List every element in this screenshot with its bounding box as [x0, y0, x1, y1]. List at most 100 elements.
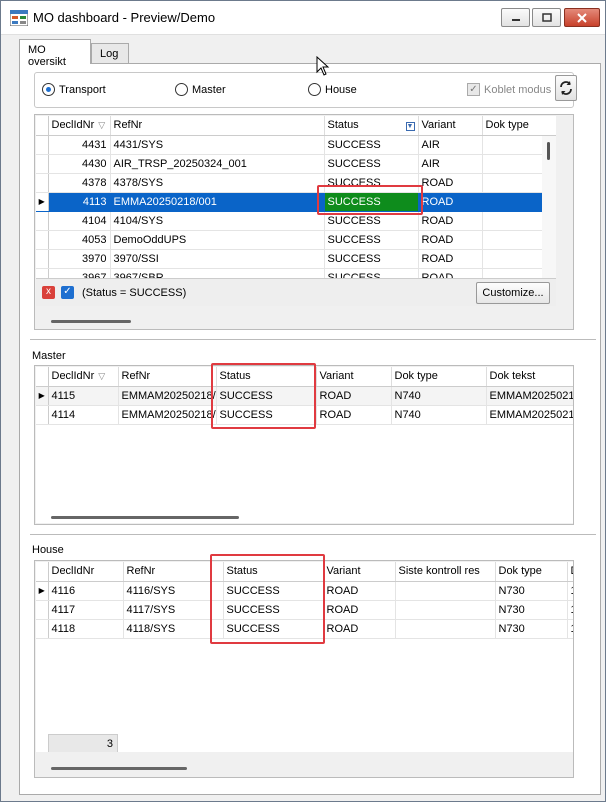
cell-siste-kontroll[interactable] — [395, 619, 496, 639]
col-siste-kontroll[interactable]: Siste kontroll res — [395, 562, 496, 582]
filter-expression[interactable]: (Status = SUCCESS) — [82, 287, 186, 299]
cell-dok-type[interactable]: N730 — [495, 619, 568, 639]
col-dok-type[interactable]: Dok type — [495, 562, 568, 582]
cell-variant[interactable]: ROAD — [316, 405, 392, 425]
col-variant[interactable]: Variant — [418, 116, 483, 136]
col-dok-type[interactable]: Dok type — [391, 367, 487, 387]
sort-icon[interactable]: ▽ — [98, 371, 105, 381]
cell-d[interactable]: 1 — [567, 600, 573, 620]
cell-variant[interactable]: ROAD — [418, 211, 483, 231]
cell-refnr[interactable]: 4116/SYS — [123, 581, 224, 601]
cell-dok-tekst[interactable]: EMMAM20250218/ — [486, 386, 573, 406]
cell-dok-type[interactable]: N730 — [495, 581, 568, 601]
close-button[interactable] — [564, 8, 600, 27]
cell-declidnr[interactable]: 4104 — [48, 211, 111, 231]
col-refnr[interactable]: RefNr — [118, 367, 217, 387]
enable-filter-checkbox[interactable]: ✓ — [61, 286, 74, 299]
cell-refnr[interactable]: 3970/SSI — [110, 249, 325, 269]
row-indicator — [36, 249, 49, 269]
cell-declidnr[interactable]: 4431 — [48, 135, 111, 155]
clear-filter-icon[interactable]: x — [42, 286, 55, 299]
cell-variant[interactable]: ROAD — [323, 581, 396, 601]
col-variant[interactable]: Variant — [316, 367, 392, 387]
koblet-modus-checkbox[interactable]: ✓ Koblet modus — [467, 83, 551, 96]
maximize-button[interactable] — [532, 8, 561, 27]
cell-refnr[interactable]: EMMA20250218/001 — [110, 192, 325, 212]
cell-variant[interactable]: ROAD — [418, 249, 483, 269]
cell-siste-kontroll[interactable] — [395, 600, 496, 620]
table-row[interactable]: 4431 4431/SYS SUCCESS AIR — [36, 135, 556, 155]
cell-dok-type[interactable]: N730 — [495, 600, 568, 620]
cell-variant[interactable]: ROAD — [323, 600, 396, 620]
table-row[interactable]: 3970 3970/SSI SUCCESS ROAD — [36, 249, 556, 269]
col-refnr[interactable]: RefNr — [110, 116, 325, 136]
cell-variant[interactable]: ROAD — [418, 173, 483, 193]
cell-variant[interactable]: AIR — [418, 135, 483, 155]
cell-variant[interactable]: AIR — [418, 154, 483, 174]
row-indicator: ▶ — [36, 386, 49, 406]
house-hscroll[interactable] — [51, 767, 187, 770]
radio-master[interactable]: Master — [175, 83, 226, 96]
cell-refnr[interactable]: EMMAM20250218/0 — [118, 405, 217, 425]
col-dok-type[interactable]: Dok type — [482, 116, 556, 136]
cell-declidnr[interactable]: 4117 — [48, 600, 124, 620]
cell-declidnr[interactable]: 4116 — [48, 581, 124, 601]
cell-refnr[interactable]: EMMAM20250218/0 — [118, 386, 217, 406]
vscroll-thumb[interactable] — [547, 142, 550, 160]
col-status[interactable]: Status ▼ — [324, 116, 419, 136]
cell-refnr[interactable]: AIR_TRSP_20250324_001 — [110, 154, 325, 174]
tab-mo-oversikt[interactable]: MO oversikt — [19, 39, 91, 68]
cell-dok-type[interactable]: N740 — [391, 405, 487, 425]
transport-hscroll[interactable] — [51, 320, 131, 323]
cell-dok-tekst[interactable]: EMMAM20250218/ — [486, 405, 573, 425]
tab-log[interactable]: Log — [91, 43, 129, 63]
cell-d[interactable]: 1 — [567, 581, 573, 601]
col-d[interactable]: D — [567, 562, 573, 582]
master-hscroll[interactable] — [51, 516, 239, 519]
radio-transport[interactable]: Transport — [42, 83, 106, 96]
refresh-button[interactable] — [555, 75, 577, 101]
cell-declidnr[interactable]: 4430 — [48, 154, 111, 174]
cell-declidnr[interactable]: 3970 — [48, 249, 111, 269]
cell-refnr[interactable]: 4118/SYS — [123, 619, 224, 639]
cell-declidnr[interactable]: 4118 — [48, 619, 124, 639]
cell-refnr[interactable]: 4104/SYS — [110, 211, 325, 231]
cell-declidnr[interactable]: 4378 — [48, 173, 111, 193]
col-declidnr[interactable]: DeclIdNr ▽ — [48, 116, 111, 136]
col-refnr[interactable]: RefNr — [123, 562, 224, 582]
col-declidnr[interactable]: DeclIdNr — [48, 562, 124, 582]
row-indicator — [36, 135, 49, 155]
sort-icon[interactable]: ▽ — [98, 120, 105, 130]
table-row[interactable]: 4378 4378/SYS SUCCESS ROAD — [36, 173, 556, 193]
radio-house[interactable]: House — [308, 83, 357, 96]
cell-status[interactable]: SUCCESS — [324, 135, 419, 155]
table-row[interactable]: 4430 AIR_TRSP_20250324_001 SUCCESS AIR — [36, 154, 556, 174]
cell-dok-type[interactable]: N740 — [391, 386, 487, 406]
filter-icon[interactable]: ▼ — [405, 122, 415, 132]
cell-declidnr[interactable]: 4114 — [48, 405, 119, 425]
table-row[interactable]: ▶ 4113 EMMA20250218/001 SUCCESS ROAD — [36, 192, 556, 212]
cell-status[interactable]: SUCCESS — [324, 154, 419, 174]
table-row[interactable]: 4104 4104/SYS SUCCESS ROAD — [36, 211, 556, 231]
cell-refnr[interactable]: 4431/SYS — [110, 135, 325, 155]
cell-variant[interactable]: ROAD — [418, 230, 483, 250]
cell-status[interactable]: SUCCESS — [324, 249, 419, 269]
cell-declidnr[interactable]: 4115 — [48, 386, 119, 406]
customize-button[interactable]: Customize... — [476, 282, 550, 304]
cell-declidnr[interactable]: 4053 — [48, 230, 111, 250]
col-declidnr[interactable]: DeclIdNr ▽ — [48, 367, 119, 387]
cell-declidnr[interactable]: 4113 — [48, 192, 111, 212]
cell-variant[interactable]: ROAD — [323, 619, 396, 639]
cell-refnr[interactable]: 4378/SYS — [110, 173, 325, 193]
col-dok-tekst[interactable]: Dok tekst — [486, 367, 573, 387]
col-variant[interactable]: Variant — [323, 562, 396, 582]
cell-refnr[interactable]: 4117/SYS — [123, 600, 224, 620]
cell-status[interactable]: SUCCESS — [324, 230, 419, 250]
cell-variant[interactable]: ROAD — [418, 192, 483, 212]
cell-d[interactable]: 1 — [567, 619, 573, 639]
cell-variant[interactable]: ROAD — [316, 386, 392, 406]
cell-siste-kontroll[interactable] — [395, 581, 496, 601]
table-row[interactable]: 4053 DemoOddUPS SUCCESS ROAD — [36, 230, 556, 250]
cell-refnr[interactable]: DemoOddUPS — [110, 230, 325, 250]
minimize-button[interactable] — [501, 8, 530, 27]
